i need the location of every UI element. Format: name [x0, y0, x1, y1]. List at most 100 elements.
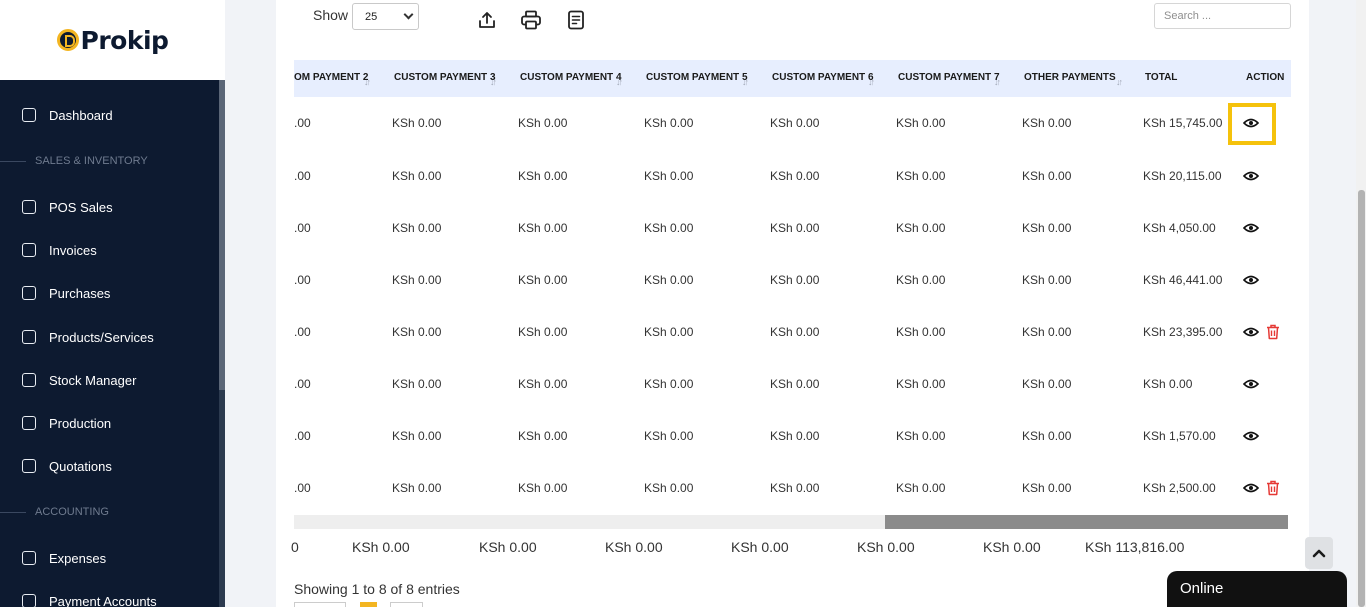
- page-size-select[interactable]: 25: [352, 3, 419, 30]
- sidebar-section-label: SALES & INVENTORY: [35, 155, 148, 167]
- column-header-custom-payment-6[interactable]: CUSTOM PAYMENT 6: [772, 72, 874, 83]
- footer-total-cell: KSh 0.00: [605, 539, 663, 555]
- column-header-custom-payment-7[interactable]: CUSTOM PAYMENT 7: [898, 72, 1000, 83]
- logo-area: Prokip: [0, 0, 225, 80]
- sidebar-item-label: Purchases: [49, 285, 111, 301]
- view-icon[interactable]: [1243, 430, 1259, 442]
- invoice-icon: [22, 243, 36, 257]
- view-icon[interactable]: [1243, 170, 1259, 182]
- sidebar-item-pos-sales[interactable]: POS Sales: [0, 189, 219, 225]
- view-icon[interactable]: [1243, 274, 1259, 286]
- table-cell-cp7: KSh 0.00: [896, 169, 946, 183]
- table-cell-other: KSh 0.00: [1022, 325, 1072, 339]
- table-cell-cp6: KSh 0.00: [770, 481, 820, 495]
- delete-icon[interactable]: [1266, 324, 1280, 340]
- sidebar-scrollbar-thumb[interactable]: [219, 80, 225, 390]
- column-visibility-button[interactable]: [565, 9, 587, 31]
- column-visibility-icon: [568, 10, 584, 30]
- column-header-custom-payment-2[interactable]: OM PAYMENT 2: [294, 72, 368, 83]
- sidebar-item-purchases[interactable]: Purchases: [0, 275, 219, 311]
- view-icon[interactable]: [1243, 482, 1259, 494]
- chat-status-label: Online: [1180, 580, 1224, 597]
- pagination-page-1[interactable]: [360, 602, 377, 607]
- table-cell-other: KSh 0.00: [1022, 116, 1072, 130]
- table-scrollbar-thumb[interactable]: [885, 515, 1288, 529]
- sidebar-item-invoices[interactable]: Invoices: [0, 232, 219, 268]
- view-icon[interactable]: [1243, 326, 1259, 338]
- column-header-custom-payment-5[interactable]: CUSTOM PAYMENT 5: [646, 72, 748, 83]
- sort-icon: ↓↑: [1116, 77, 1123, 87]
- table-cell-cp7: KSh 0.00: [896, 273, 946, 287]
- column-header-custom-payment-3[interactable]: CUSTOM PAYMENT 3: [394, 72, 496, 83]
- table-cell-cp6: KSh 0.00: [770, 116, 820, 130]
- calculator-icon: [22, 459, 36, 473]
- sidebar-item-label: Dashboard: [49, 107, 113, 123]
- table-cell-cp5: KSh 0.00: [644, 429, 694, 443]
- table-cell-cp4: KSh 0.00: [518, 221, 568, 235]
- column-header-total[interactable]: TOTAL: [1145, 72, 1177, 83]
- table-cell-cp6: KSh 0.00: [770, 221, 820, 235]
- table-cell-cp5: KSh 0.00: [644, 273, 694, 287]
- home-icon: [22, 108, 36, 122]
- table-header-row: OM PAYMENT 2 ↓↑ CUSTOM PAYMENT 3 ↓↑ CUST…: [294, 60, 1291, 97]
- sidebar-section-sales-inventory: SALES & INVENTORY: [0, 155, 219, 167]
- sidebar-item-dashboard[interactable]: Dashboard: [0, 97, 219, 133]
- sidebar-section-accounting: ACCOUNTING: [0, 506, 219, 518]
- table-cell-cp7: KSh 0.00: [896, 221, 946, 235]
- table-cell-total: KSh 23,395.00: [1143, 325, 1223, 339]
- sort-icon: ↓↑: [742, 77, 749, 87]
- sidebar-item-label: Expenses: [49, 550, 107, 566]
- table-cell-custom-payment-2: .00: [294, 325, 311, 339]
- table-cell-cp7: KSh 0.00: [896, 429, 946, 443]
- view-icon[interactable]: [1243, 222, 1259, 234]
- page-scrollbar-thumb[interactable]: [1358, 190, 1365, 607]
- box-icon: [22, 286, 36, 300]
- prokip-logo[interactable]: Prokip: [56, 26, 169, 55]
- table-cell-custom-payment-2: .00: [294, 273, 311, 287]
- sidebar-item-production[interactable]: Production: [0, 405, 219, 441]
- table-cell-cp3: KSh 0.00: [392, 221, 442, 235]
- sidebar-item-label: Products/Services: [49, 329, 154, 345]
- folder-icon: [22, 373, 36, 387]
- sidebar-item-quotations[interactable]: Quotations: [0, 448, 219, 484]
- table-cell-cp4: KSh 0.00: [518, 325, 568, 339]
- chat-widget[interactable]: Online: [1167, 571, 1347, 607]
- sidebar-item-label: Quotations: [49, 458, 112, 474]
- shopping-bag-icon: [22, 200, 36, 214]
- print-button[interactable]: [520, 9, 542, 31]
- export-button[interactable]: [476, 9, 498, 31]
- show-entries-label: Show: [313, 7, 349, 23]
- table-cell-cp6: KSh 0.00: [770, 273, 820, 287]
- column-header-other-payments[interactable]: OTHER PAYMENTS: [1024, 72, 1116, 83]
- table-cell-cp5: KSh 0.00: [644, 481, 694, 495]
- export-icon: [479, 12, 495, 28]
- pagination-next-button[interactable]: [390, 602, 423, 607]
- sidebar-item-label: Stock Manager: [49, 372, 137, 388]
- table-cell-cp3: KSh 0.00: [392, 325, 442, 339]
- table-cell-cp7: KSh 0.00: [896, 481, 946, 495]
- footer-total-cell: 0: [291, 539, 299, 555]
- sidebar-item-expenses[interactable]: Expenses: [0, 540, 219, 576]
- table-cell-custom-payment-2: .00: [294, 169, 311, 183]
- page-size-value: 25: [365, 10, 378, 23]
- search-input[interactable]: [1154, 3, 1291, 29]
- sidebar-item-stock-manager[interactable]: Stock Manager: [0, 362, 219, 398]
- sidebar-item-products-services[interactable]: Products/Services: [0, 319, 219, 355]
- column-header-custom-payment-4[interactable]: CUSTOM PAYMENT 4: [520, 72, 622, 83]
- sidebar: Prokip Dashboard SALES & INVENTORY POS S…: [0, 0, 225, 607]
- table-cell-other: KSh 0.00: [1022, 377, 1072, 391]
- view-icon[interactable]: [1243, 378, 1259, 390]
- table-cell-cp6: KSh 0.00: [770, 377, 820, 391]
- sort-icon: ↓↑: [364, 77, 371, 87]
- scroll-to-top-button[interactable]: [1305, 537, 1333, 569]
- pagination-previous-button[interactable]: [294, 602, 346, 607]
- table-cell-custom-payment-2: .00: [294, 481, 311, 495]
- table-cell-cp5: KSh 0.00: [644, 221, 694, 235]
- table-cell-other: KSh 0.00: [1022, 169, 1072, 183]
- delete-icon[interactable]: [1266, 480, 1280, 496]
- sidebar-item-payment-accounts[interactable]: Payment Accounts: [0, 583, 219, 607]
- table-cell-other: KSh 0.00: [1022, 429, 1072, 443]
- table-cell-cp7: KSh 0.00: [896, 325, 946, 339]
- table-cell-custom-payment-2: .00: [294, 429, 311, 443]
- table-cell-cp5: KSh 0.00: [644, 116, 694, 130]
